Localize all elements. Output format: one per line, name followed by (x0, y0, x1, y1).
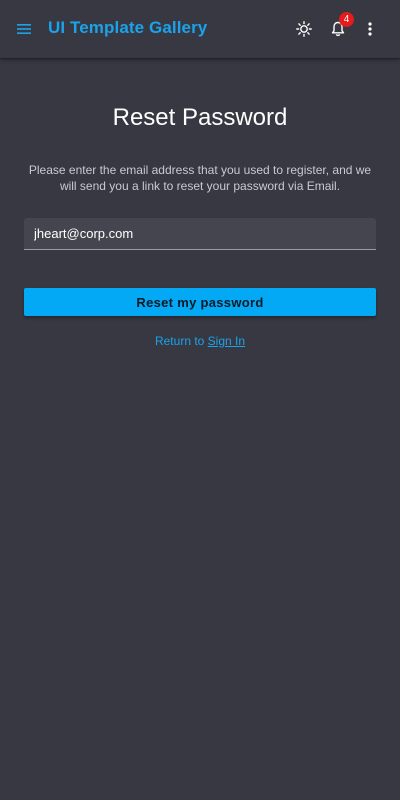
page-title: Reset Password (112, 104, 288, 131)
app-bar: UI Template Gallery 4 (0, 0, 400, 58)
return-to-signin: Return to Sign In (0, 334, 400, 348)
reset-password-button[interactable]: Reset my password (24, 288, 376, 316)
instructions-text: Please enter the email address that you … (28, 163, 372, 193)
notification-badge: 4 (339, 12, 354, 27)
sun-icon[interactable] (292, 17, 316, 41)
menu-icon[interactable] (12, 17, 36, 41)
sign-in-link[interactable]: Sign In (208, 334, 245, 348)
app-title[interactable]: UI Template Gallery (48, 18, 207, 38)
return-prefix: Return to (154, 334, 208, 348)
email-input[interactable] (24, 218, 376, 249)
more-vertical-icon[interactable] (358, 17, 382, 41)
email-field[interactable] (24, 218, 376, 250)
